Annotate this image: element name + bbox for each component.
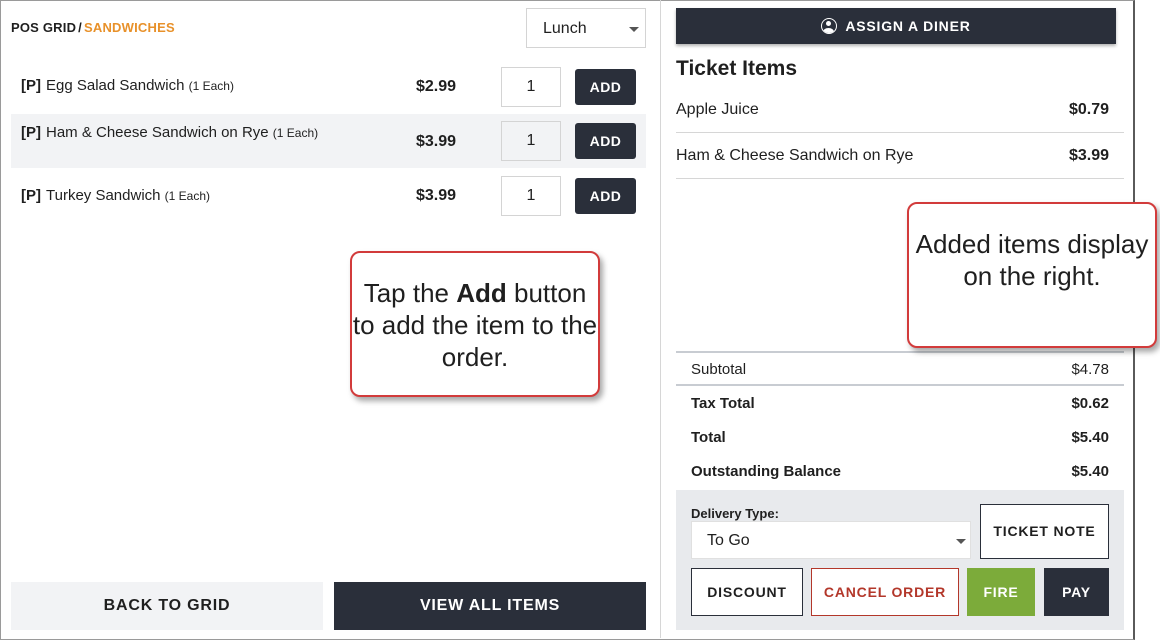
callout-text-bold: Add [456, 278, 507, 308]
add-button[interactable]: ADD [575, 123, 636, 159]
item-name-text: Egg Salad Sandwich [46, 77, 185, 94]
quantity-input[interactable]: 1 [501, 67, 561, 107]
tax-total-label: Tax Total [691, 395, 755, 412]
subtotal-row: Subtotal $4.78 [676, 353, 1124, 386]
callout-text-pre: Tap the [363, 278, 457, 308]
item-unit: (1 Each) [272, 126, 319, 140]
add-button[interactable]: ADD [575, 178, 636, 214]
meal-period-value: Lunch [543, 20, 587, 37]
menu-item-row: [P] Egg Salad Sandwich (1 Each) $2.99 1 A… [11, 60, 646, 114]
meal-period-select[interactable]: Lunch [526, 8, 646, 48]
item-unit: (1 Each) [188, 79, 234, 93]
item-name-text: Turkey Sandwich [46, 187, 161, 204]
menu-item-name: [P] Egg Salad Sandwich (1 Each) [21, 77, 331, 95]
item-name-text: Ham & Cheese Sandwich on Rye [46, 124, 269, 141]
ticket-item-name: Apple Juice [676, 101, 759, 118]
item-price: $2.99 [416, 78, 457, 95]
chevron-down-icon [956, 539, 966, 544]
menu-item-row: [P] Turkey Sandwich (1 Each) $3.99 1 ADD [11, 169, 646, 223]
pay-button[interactable]: PAY [1044, 568, 1109, 616]
panel-divider [660, 0, 661, 638]
assign-diner-label: ASSIGN A DINER [845, 18, 971, 34]
item-unit: (1 Each) [164, 189, 211, 203]
total-value: $5.40 [1071, 429, 1109, 446]
total-label: Total [691, 429, 726, 446]
delivery-type-select[interactable]: To Go [691, 521, 971, 559]
ticket-item-price: $3.99 [1068, 147, 1109, 164]
ticket-item[interactable]: Apple Juice $0.79 [676, 87, 1124, 133]
user-circle-icon [821, 18, 838, 34]
breadcrumb: POS GRID / SANDWICHES [11, 20, 175, 35]
item-tag: [P] [21, 187, 41, 204]
delivery-type-label: Delivery Type: [691, 506, 779, 521]
tax-total-row: Tax Total $0.62 [676, 389, 1124, 419]
subtotal-value: $4.78 [1071, 361, 1109, 378]
chevron-down-icon [629, 27, 639, 32]
tutorial-callout-add: Tap the Add button to add the item to th… [350, 251, 600, 397]
discount-button[interactable]: DISCOUNT [691, 568, 803, 616]
ticket-title: Ticket Items [676, 57, 798, 80]
callout-text: Added items display on the right. [915, 229, 1149, 291]
view-all-items-button[interactable]: VIEW ALL ITEMS [334, 582, 646, 630]
back-to-grid-button[interactable]: BACK TO GRID [11, 582, 323, 630]
item-tag: [P] [21, 124, 41, 141]
menu-item-name: [P] Turkey Sandwich (1 Each) [21, 187, 331, 205]
cancel-order-button[interactable]: CANCEL ORDER [811, 568, 959, 616]
quantity-input[interactable]: 1 [501, 121, 561, 161]
tax-total-value: $0.62 [1071, 395, 1109, 412]
item-price: $3.99 [416, 187, 457, 204]
outstanding-balance-label: Outstanding Balance [691, 463, 842, 480]
breadcrumb-separator: / [78, 20, 82, 35]
ticket-item-name: Ham & Cheese Sandwich on Rye [676, 147, 914, 164]
menu-item-name: [P] Ham & Cheese Sandwich on Rye (1 Each) [21, 124, 331, 142]
breadcrumb-root[interactable]: POS GRID [11, 20, 76, 35]
outstanding-balance-value: $5.40 [1071, 463, 1109, 480]
breadcrumb-current: SANDWICHES [83, 20, 175, 35]
ticket-item[interactable]: Ham & Cheese Sandwich on Rye $3.99 [676, 133, 1124, 179]
fire-button[interactable]: FIRE [967, 568, 1035, 616]
outstanding-balance-row: Outstanding Balance $5.40 [676, 457, 1124, 487]
total-row: Total $5.40 [676, 423, 1124, 453]
ticket-note-button[interactable]: TICKET NOTE [980, 504, 1109, 559]
assign-diner-button[interactable]: ASSIGN A DINER [676, 8, 1116, 44]
item-tag: [P] [21, 77, 41, 94]
subtotal-label: Subtotal [691, 361, 747, 378]
order-actions-panel: Delivery Type: To Go TICKET NOTE DISCOUN… [676, 490, 1124, 630]
item-price: $3.99 [416, 133, 457, 150]
quantity-input[interactable]: 1 [501, 176, 561, 216]
add-button[interactable]: ADD [575, 69, 636, 105]
delivery-type-value: To Go [707, 532, 750, 549]
ticket-item-price: $0.79 [1068, 101, 1109, 118]
tutorial-callout-ticket: Added items display on the right. [907, 202, 1157, 348]
menu-item-row: [P] Ham & Cheese Sandwich on Rye (1 Each)… [11, 114, 646, 168]
